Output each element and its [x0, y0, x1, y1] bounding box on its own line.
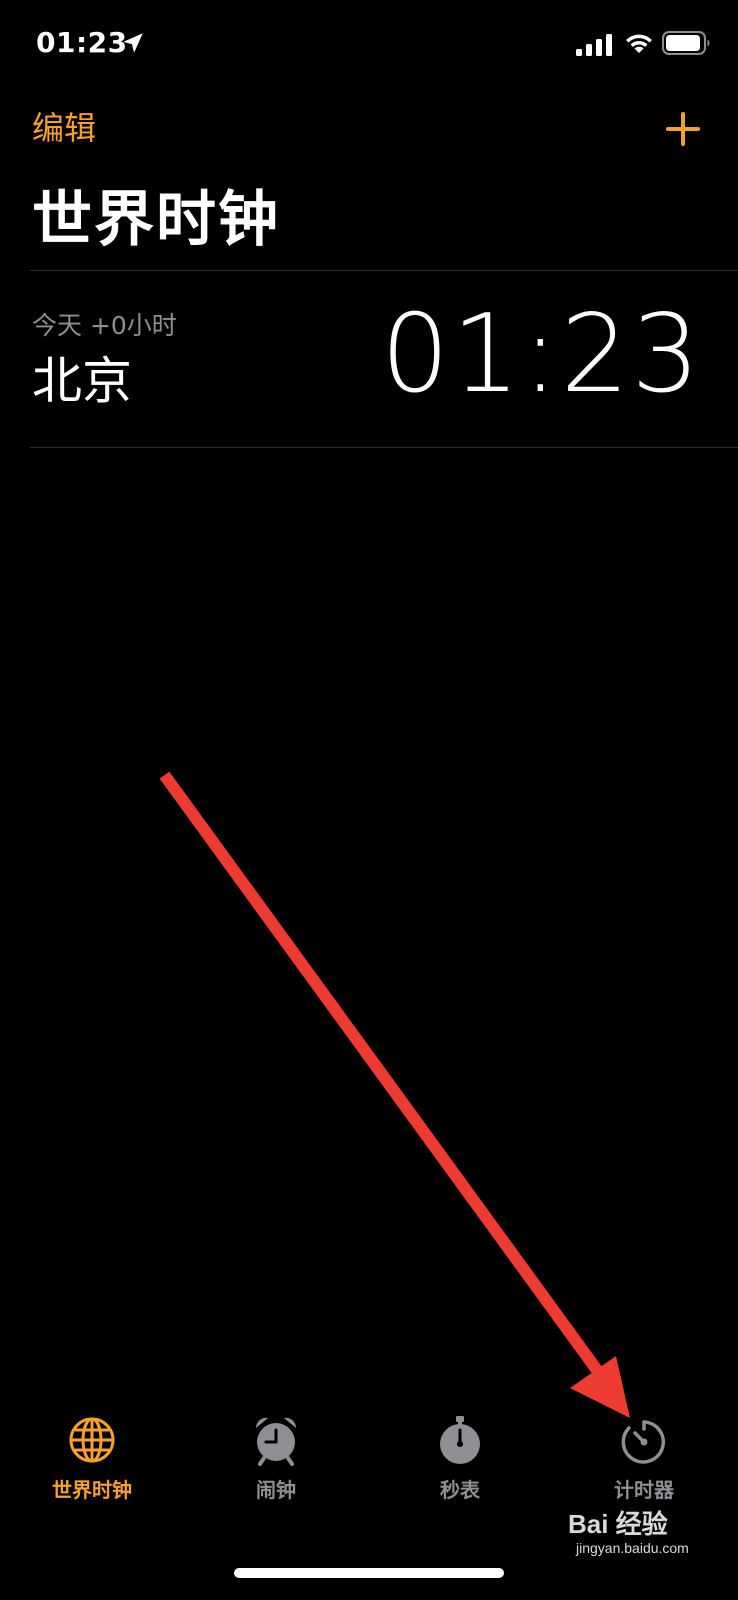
tab-label: 计时器 — [614, 1478, 674, 1502]
edit-button[interactable]: 编辑 — [32, 108, 96, 148]
divider — [30, 447, 738, 448]
tab-label: 闹钟 — [256, 1478, 296, 1502]
location-icon — [123, 33, 143, 53]
clock-row[interactable]: 今天 +0小时 北京 01:23 — [0, 271, 738, 447]
tab-world-clock[interactable]: 世界时钟 — [0, 1404, 184, 1524]
watermark-brand: Bai 经验 — [568, 1509, 668, 1539]
signal-icon — [576, 34, 612, 56]
stopwatch-icon — [440, 1416, 480, 1464]
clock-city: 北京 — [32, 352, 132, 410]
home-indicator[interactable] — [234, 1568, 504, 1578]
tab-label: 世界时钟 — [52, 1478, 132, 1502]
clock-offset: 今天 +0小时 — [32, 311, 177, 340]
baidu-watermark: Bai 经验 jingyan.baidu.com — [568, 1504, 728, 1568]
timer-icon — [621, 1420, 665, 1464]
tab-alarm[interactable]: 闹钟 — [184, 1404, 368, 1524]
alarm-clock-icon — [255, 1417, 297, 1466]
watermark-url: jingyan.baidu.com — [576, 1540, 689, 1556]
battery-icon — [662, 31, 710, 55]
plus-icon[interactable] — [664, 110, 702, 148]
page-title: 世界时钟 — [32, 185, 280, 255]
tab-stopwatch[interactable]: 秒表 — [368, 1404, 552, 1524]
wifi-icon — [626, 34, 652, 53]
globe-icon — [69, 1417, 115, 1463]
clock-time: 01:23 — [380, 292, 702, 417]
tab-label: 秒表 — [440, 1478, 480, 1502]
status-time: 01:23 — [36, 26, 128, 59]
status-bar: 01:23 — [0, 0, 738, 92]
